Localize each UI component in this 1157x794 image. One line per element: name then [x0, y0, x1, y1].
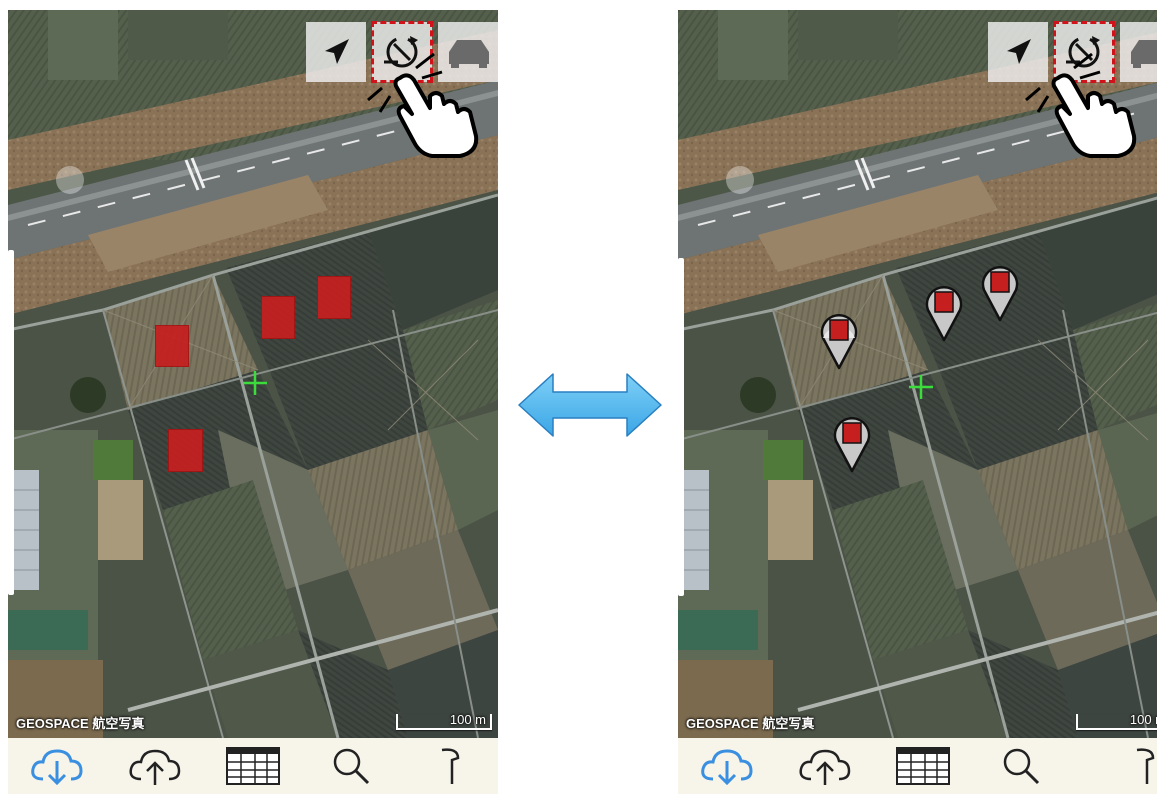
map-scale-bar: 100 m: [1076, 712, 1157, 730]
feature-polygon-4[interactable]: [168, 429, 203, 472]
car-icon: [1131, 40, 1157, 68]
map-controls: [988, 21, 1157, 83]
cloud-upload-icon: [799, 749, 851, 785]
tool-button[interactable]: [400, 738, 460, 794]
car-mode-button[interactable]: [438, 22, 498, 82]
feature-marker-2[interactable]: [924, 282, 964, 342]
navigation-button[interactable]: [306, 22, 366, 82]
rotate-sync-button[interactable]: [1053, 21, 1115, 83]
bottom-toolbar: [8, 738, 498, 794]
navigation-button[interactable]: [988, 22, 1048, 82]
search-button[interactable]: [972, 738, 1070, 794]
scale-label: 100 m: [1129, 712, 1157, 727]
rotate-sync-icon: [384, 36, 418, 68]
feature-marker-3[interactable]: [980, 262, 1020, 322]
right-phone-screen: GEOSPACE 航空写真 100 m: [678, 10, 1157, 794]
navigation-arrow-icon: [325, 39, 349, 64]
map-center-crosshair: [243, 371, 267, 395]
cloud-upload-icon: [129, 749, 181, 785]
map-view[interactable]: GEOSPACE 航空写真 100 m: [8, 10, 498, 738]
map-view[interactable]: GEOSPACE 航空写真 100 m: [678, 10, 1157, 738]
navigation-arrow-icon: [1007, 39, 1031, 64]
table-button[interactable]: [204, 738, 302, 794]
tool-button[interactable]: [1070, 738, 1155, 794]
feature-polygon-1[interactable]: [155, 325, 189, 367]
download-button[interactable]: [8, 738, 106, 794]
map-attribution: GEOSPACE 航空写真: [16, 716, 145, 731]
bottom-toolbar: [678, 738, 1157, 794]
rotate-sync-button[interactable]: [371, 21, 433, 83]
car-icon: [449, 40, 489, 68]
rotate-sync-icon: [1066, 36, 1100, 68]
left-phone-screen: GEOSPACE 航空写真 100 m: [8, 10, 498, 794]
download-button[interactable]: [678, 738, 776, 794]
map-controls: [306, 21, 498, 83]
table-button[interactable]: [874, 738, 972, 794]
car-mode-button[interactable]: [1120, 22, 1157, 82]
search-icon: [333, 748, 370, 785]
feature-polygon-3[interactable]: [317, 276, 351, 319]
map-scale-bar: 100 m: [396, 712, 492, 730]
upload-button[interactable]: [776, 738, 874, 794]
map-attribution: GEOSPACE 航空写真: [686, 716, 815, 731]
feature-marker-4[interactable]: [832, 413, 872, 473]
feature-polygon-2[interactable]: [261, 296, 295, 339]
tool-icon: [441, 748, 460, 784]
feature-marker-1[interactable]: [819, 310, 859, 370]
scale-label: 100 m: [449, 712, 486, 727]
cloud-download-icon: [701, 749, 753, 786]
table-grid-icon: [226, 747, 280, 785]
tool-icon: [1136, 748, 1155, 784]
side-scroll-indicator[interactable]: [678, 258, 684, 596]
cloud-download-icon: [31, 749, 83, 786]
upload-button[interactable]: [106, 738, 204, 794]
double-headed-arrow-icon: [518, 373, 662, 437]
map-center-crosshair: [909, 375, 933, 399]
table-grid-icon: [896, 747, 950, 785]
search-icon: [1003, 748, 1040, 785]
search-button[interactable]: [302, 738, 400, 794]
side-scroll-indicator[interactable]: [8, 250, 14, 595]
